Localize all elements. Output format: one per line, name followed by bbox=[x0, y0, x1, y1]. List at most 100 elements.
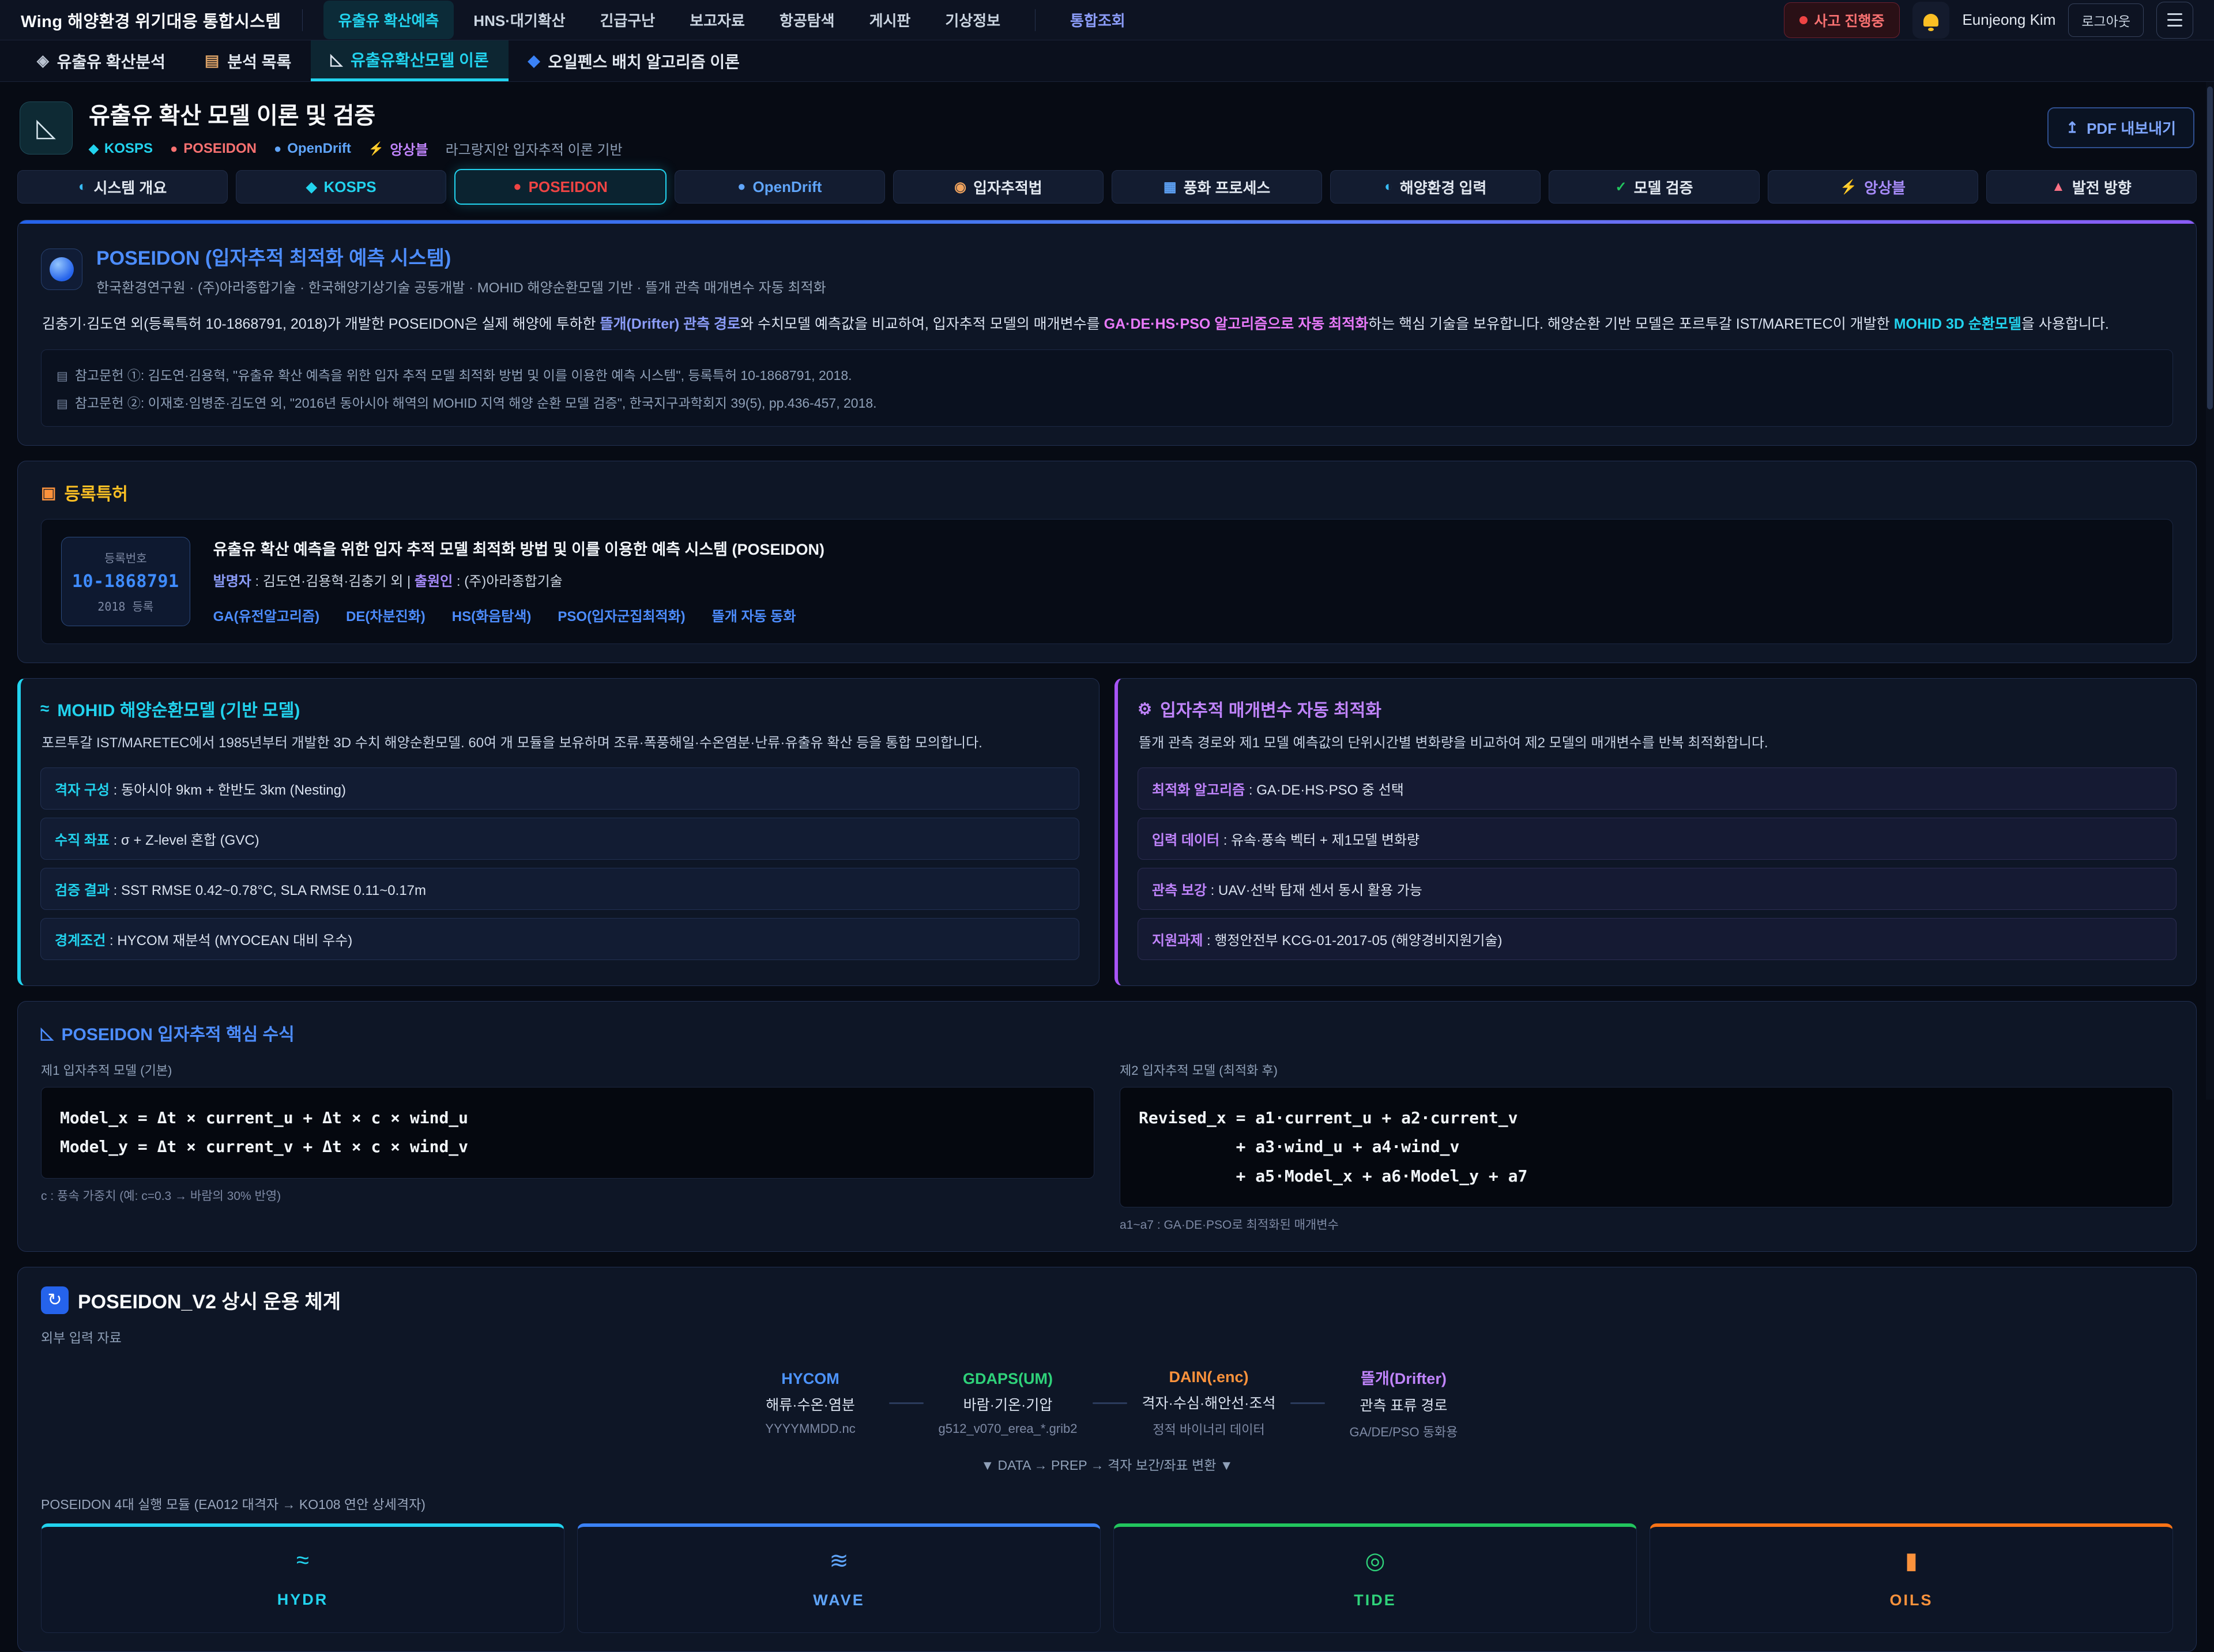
data-prep-note: ▼ DATA → PREP → 격자 보간/좌표 변환 ▼ bbox=[41, 1454, 2173, 1474]
scrollbar-thumb[interactable] bbox=[2207, 86, 2213, 409]
hamburger-icon bbox=[2167, 13, 2182, 15]
bell-icon bbox=[1923, 14, 1938, 27]
module-oils: ▮ OILS bbox=[1650, 1523, 2173, 1633]
rocket-icon: ▲ bbox=[2051, 179, 2065, 195]
document-icon: ▤ bbox=[57, 369, 68, 383]
subtab-oilfence-algorithm[interactable]: ◆ 오일펜스 배치 알고리즘 이론 bbox=[509, 40, 759, 81]
data-flow-row: HYCOM 해류·수온·염분 YYYYMMDD.nc GDAPS(UM) 바람·… bbox=[41, 1366, 2173, 1440]
tab-particle-tracking[interactable]: ◉ 입자추적법 bbox=[893, 170, 1104, 204]
poseidon-title: POSEIDON (입자추적 최적화 예측 시스템) bbox=[96, 242, 826, 270]
subtab-analysis-list[interactable]: ▤ 분석 목록 bbox=[185, 40, 311, 81]
poseidon-subtitle: 한국환경연구원 · (주)아라종합기술 · 한국해양기상기술 공동개발 · MO… bbox=[96, 276, 826, 296]
tab-model-validation[interactable]: ✓ 모델 검증 bbox=[1549, 170, 1759, 204]
tab-weathering-process[interactable]: ▦ 풍화 프로세스 bbox=[1112, 170, 1322, 204]
nav-divider bbox=[1035, 9, 1036, 31]
flask-icon: ◈ bbox=[37, 52, 49, 70]
tag-de[interactable]: DE(차분진화) bbox=[346, 605, 426, 625]
tab-future-direction[interactable]: ▲ 발전 방향 bbox=[1986, 170, 2197, 204]
badge-kosps: ◆ KOSPS bbox=[89, 141, 153, 157]
wind-icon: ▦ bbox=[1164, 179, 1177, 195]
opt-row-project: 지원과제 : 행정안전부 KCG-01-2017-05 (해양경비지원기술) bbox=[1138, 918, 2177, 960]
module-tide: ◎ TIDE bbox=[1113, 1523, 1637, 1633]
circle-icon: ● bbox=[737, 179, 746, 195]
patent-title: 유출유 확산 예측을 위한 입자 추적 모델 최적화 방법 및 이를 이용한 예… bbox=[213, 537, 824, 559]
nav-item-board[interactable]: 게시판 bbox=[854, 1, 926, 39]
inventor-label: 발명자 bbox=[213, 574, 251, 589]
formula-card: ◺ POSEIDON 입자추적 핵심 수식 제1 입자추적 모델 (기본) Mo… bbox=[17, 1001, 2197, 1252]
page-title-icon: ◺ bbox=[20, 101, 73, 155]
nav-item-emergency-rescue[interactable]: 긴급구난 bbox=[585, 1, 671, 39]
compass-icon: ◉ bbox=[954, 179, 966, 195]
patent-card: ▣ 등록특허 등록번호 10-1868791 2018 등록 유출유 확산 예측… bbox=[17, 461, 2197, 663]
wave-icon: ≈ bbox=[42, 1548, 564, 1574]
modules-label: POSEIDON 4대 실행 모듈 (EA012 대격자 → KO108 연안 … bbox=[41, 1493, 2173, 1513]
incident-status-badge[interactable]: 사고 진행중 bbox=[1784, 2, 1900, 38]
optimization-description: 뜰개 관측 경로와 제1 모델 예측값의 단위시간별 변화량을 비교하여 제2 … bbox=[1139, 733, 2175, 754]
reference-2: ▤ 참고문헌 ②: 이재호·임병준·김도연 외, "2016년 동아시아 해역의… bbox=[57, 388, 2157, 416]
tag-ga[interactable]: GA(유전알고리즘) bbox=[213, 605, 319, 625]
nav-item-integrated-search[interactable]: 통합조회 bbox=[1055, 1, 1140, 39]
formula2-code: Revised_x = a1·current_u + a2·current_v … bbox=[1120, 1087, 2173, 1207]
patent-detail: 등록번호 10-1868791 2018 등록 유출유 확산 예측을 위한 입자… bbox=[41, 519, 2173, 644]
highlight-mohid: MOHID 3D 순환모델 bbox=[1894, 316, 2021, 332]
nav-item-aerial-search[interactable]: 항공탐색 bbox=[765, 1, 850, 39]
poseidon-overview-card: POSEIDON (입자추적 최적화 예측 시스템) 한국환경연구원 · (주)… bbox=[17, 220, 2197, 446]
model-columns: ≈ MOHID 해양순환모델 (기반 모델) 포르투갈 IST/MARETEC에… bbox=[17, 678, 2197, 986]
tab-ensemble[interactable]: ⚡ 앙상블 bbox=[1768, 170, 1978, 204]
patent-tags: GA(유전알고리즘) DE(차분진화) HS(화음탐색) PSO(입자군집최적화… bbox=[213, 605, 824, 625]
cyclone-icon: ◐ bbox=[1384, 179, 1393, 195]
tag-pso[interactable]: PSO(입자군집최적화) bbox=[558, 605, 685, 625]
formula1-code: Model_x = Δt × current_u + Δt × c × wind… bbox=[41, 1087, 1094, 1179]
patent-number-label: 등록번호 bbox=[72, 549, 179, 566]
scroll-icon: ▣ bbox=[41, 483, 56, 502]
notifications-button[interactable] bbox=[1912, 2, 1949, 39]
tag-hs[interactable]: HS(화음탐색) bbox=[452, 605, 532, 625]
mohid-row-validation: 검증 결과 : SST RMSE 0.42~0.78°C, SLA RMSE 0… bbox=[40, 868, 1079, 910]
tab-poseidon[interactable]: ● POSEIDON bbox=[454, 169, 666, 205]
nav-item-hns-diffusion[interactable]: HNS·대기확산 bbox=[458, 1, 580, 39]
poseidon-description: 김충기·김도연 외(등록특허 10-1868791, 2018)가 개발한 PO… bbox=[42, 313, 2172, 336]
barrel-icon: ▮ bbox=[1650, 1548, 2172, 1574]
subtab-spill-analysis[interactable]: ◈ 유출유 확산분석 bbox=[17, 40, 185, 81]
circle-icon: ● bbox=[513, 179, 522, 195]
hamburger-menu-button[interactable] bbox=[2156, 2, 2193, 39]
tab-system-overview[interactable]: ◐ 시스템 개요 bbox=[17, 170, 228, 204]
formula2-label: 제2 입자추적 모델 (최적화 후) bbox=[1120, 1060, 2173, 1079]
formula-section-title: ◺ POSEIDON 입자추적 핵심 수식 bbox=[41, 1020, 2173, 1045]
nav-item-weather-info[interactable]: 기상정보 bbox=[930, 1, 1015, 39]
module-wave: ≋ WAVE bbox=[577, 1523, 1101, 1633]
tab-ocean-env-input[interactable]: ◐ 해양환경 입력 bbox=[1330, 170, 1541, 204]
tag-drifter-assimilation[interactable]: 뜰개 자동 동화 bbox=[712, 605, 796, 625]
patent-number-box: 등록번호 10-1868791 2018 등록 bbox=[61, 537, 190, 626]
check-icon: ✓ bbox=[1616, 179, 1627, 195]
opt-row-observation: 관측 보강 : UAV·선박 탑재 센서 동시 활용 가능 bbox=[1138, 868, 2177, 910]
applicant-label: 출원인 bbox=[415, 574, 453, 589]
reference-1: ▤ 참고문헌 ①: 김도연·김용혁, "유출유 확산 예측을 위한 입자 추적 … bbox=[57, 360, 2157, 388]
lightning-icon: ⚡ bbox=[368, 141, 384, 156]
patent-number: 10-1868791 bbox=[72, 571, 179, 592]
export-icon: ↥ bbox=[2066, 119, 2079, 137]
circle-icon: ● bbox=[274, 141, 281, 156]
optimization-title: ⚙ 입자추적 매개변수 자동 최적화 bbox=[1138, 696, 2177, 721]
tab-opendrift[interactable]: ● OpenDrift bbox=[675, 170, 885, 204]
formula-model2: 제2 입자추적 모델 (최적화 후) Revised_x = a1·curren… bbox=[1120, 1060, 2173, 1233]
flow-connector bbox=[1093, 1402, 1127, 1404]
nav-item-reports[interactable]: 보고자료 bbox=[675, 1, 760, 39]
gear-icon: ⚙ bbox=[1138, 699, 1152, 718]
optimization-card: ⚙ 입자추적 매개변수 자동 최적화 뜰개 관측 경로와 제1 모델 예측값의 … bbox=[1114, 678, 2197, 986]
pdf-export-button[interactable]: ↥ PDF 내보내기 bbox=[2047, 107, 2194, 148]
top-nav: Wing 해양환경 위기대응 통합시스템 유출유 확산예측 HNS·대기확산 긴… bbox=[0, 0, 2214, 40]
scrollbar[interactable] bbox=[2206, 82, 2214, 1100]
badge-opendrift: ● OpenDrift bbox=[274, 141, 351, 157]
app-logo[interactable]: Wing 해양환경 위기대응 통합시스템 bbox=[21, 8, 281, 32]
nav-item-oil-spill-prediction[interactable]: 유출유 확산예측 bbox=[323, 1, 454, 39]
lightning-icon: ⚡ bbox=[1840, 179, 1857, 195]
subtab-model-theory[interactable]: ◺ 유출유확산모델 이론 bbox=[311, 40, 508, 81]
status-badge-label: 사고 진행중 bbox=[1814, 10, 1885, 31]
operations-card: ↻ POSEIDON_V2 상시 운용 체계 외부 입력 자료 HYCOM 해류… bbox=[17, 1267, 2197, 1652]
logout-button[interactable]: 로그아웃 bbox=[2068, 3, 2144, 37]
wave-icon: ≈ bbox=[40, 699, 49, 718]
formula2-caption: a1~a7 : GA·DE·PSO로 최적화된 매개변수 bbox=[1120, 1216, 2173, 1233]
tab-kosps[interactable]: ◆ KOSPS bbox=[236, 170, 446, 204]
flow-connector bbox=[1290, 1402, 1325, 1404]
